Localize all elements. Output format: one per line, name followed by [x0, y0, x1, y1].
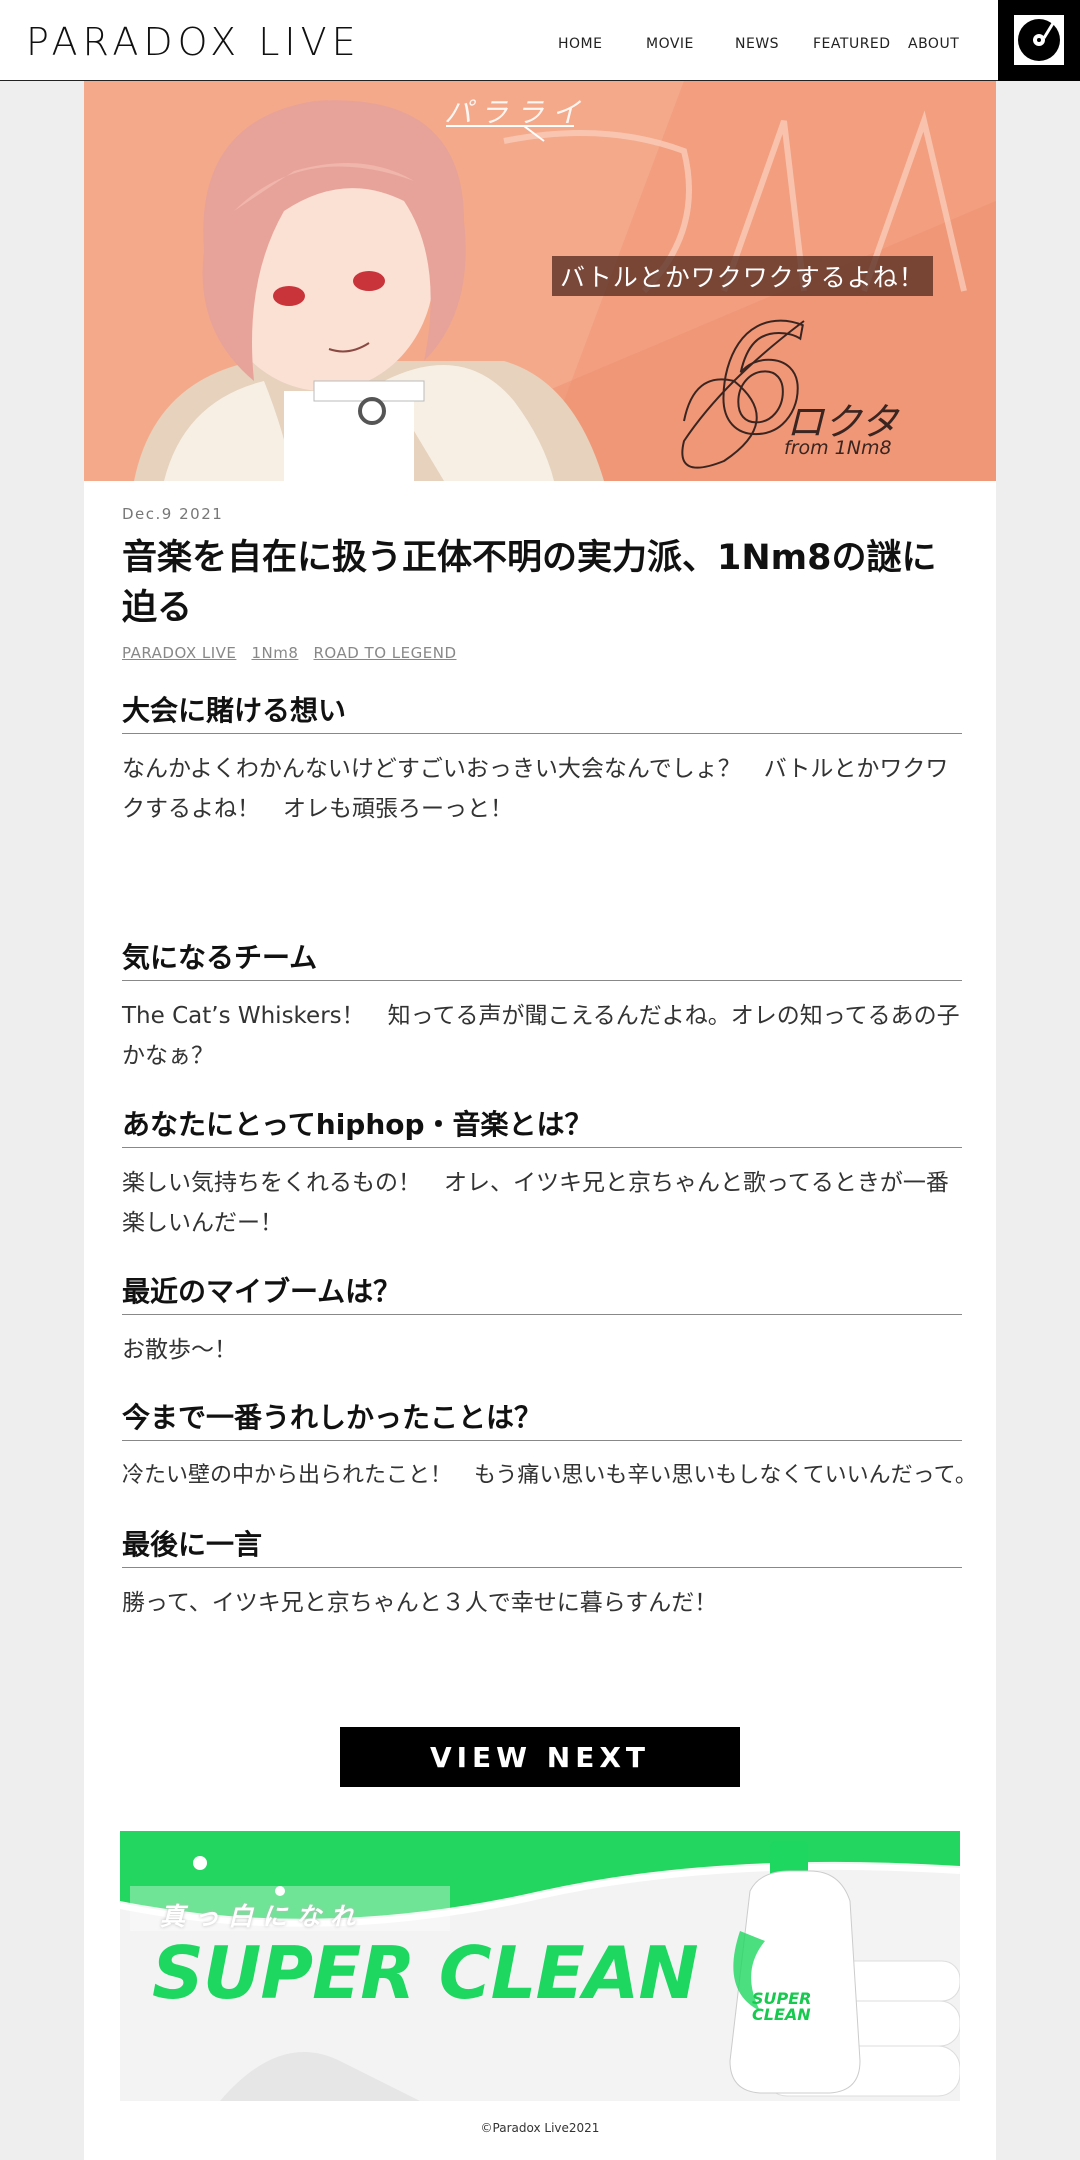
site-logo[interactable]: PARADOX LIVE — [26, 20, 361, 64]
nav-about[interactable]: ABOUT — [908, 36, 959, 52]
answer-text: The Cat’s Whiskers！ 知ってる声が聞こえるんだよね。オレの知っ… — [122, 1003, 960, 1069]
article-date: Dec.9 2021 — [122, 505, 224, 523]
article-panel: パラライ バトルとかワクワクするよね！ 6 ロクタ from 1Nm8 Dec.… — [84, 81, 996, 2160]
site-header: PARADOX LIVE HOME MOVIE NEWS FEATURED AB… — [0, 0, 1080, 81]
question-heading: 最近のマイブームは？ — [122, 1272, 962, 1315]
answer-text: お散歩〜！ — [122, 1337, 237, 1363]
tag-link[interactable]: ROAD TO LEGEND — [314, 644, 457, 662]
article-title: 音楽を自在に扱う正体不明の実力派、1Nm8の謎に迫る — [122, 538, 937, 628]
copyright-text: ©Paradox Live2021 — [480, 2121, 600, 2135]
hero-team-name: from 1Nm8 — [784, 437, 892, 459]
question-heading: 気になるチーム — [122, 938, 962, 981]
hero-banner: パラライ バトルとかワクワクするよね！ 6 ロクタ from 1Nm8 — [84, 81, 996, 481]
question-heading: 最後に一言 — [122, 1525, 962, 1568]
ad-banner[interactable]: 真っ白になれ SUPER CLEAN SUPER CLEAN — [120, 1831, 960, 2101]
hero-subtitle: パラライ — [444, 96, 589, 129]
answer-text: 勝って、イツキ兄と京ちゃんと３人で幸せに暮らすんだ！ — [122, 1590, 718, 1616]
hero-quote: バトルとかワクワクするよね！ — [552, 256, 933, 296]
answer-text: 楽しい気持ちをくれるもの！ オレ、イツキ兄と京ちゃんと歌ってるときが一番楽しいん… — [122, 1170, 949, 1236]
tag-link[interactable]: PARADOX LIVE — [122, 644, 236, 662]
banner-tagline: 真っ白になれ — [160, 1902, 365, 1931]
tag-link[interactable]: 1Nm8 — [251, 644, 298, 662]
bottle-label: SUPER CLEAN — [752, 1989, 812, 2024]
article-tags: PARADOX LIVE 1Nm8 ROAD TO LEGEND — [122, 643, 467, 662]
answer-text: 冷たい壁の中から出られたこと！ もう痛い思いも辛い思いもしなくていいんだって。 — [122, 1463, 977, 1488]
nav-home[interactable]: HOME — [558, 36, 602, 52]
record-icon — [1012, 13, 1066, 67]
question-heading: 今まで一番うれしかったことは？ — [122, 1398, 962, 1441]
question-heading: 大会に賭ける想い — [122, 691, 962, 734]
view-next-button[interactable]: VIEW NEXT — [340, 1727, 740, 1787]
banner-title: SUPER CLEAN — [152, 1931, 699, 2015]
question-heading: あなたにとってhiphop・音楽とは？ — [122, 1105, 962, 1148]
answer-text: なんかよくわかんないけどすごいおっきい大会なんでしょ？ バトルとかワクワクするよ… — [122, 756, 949, 822]
menu-button[interactable] — [998, 0, 1080, 81]
nav-news[interactable]: NEWS — [735, 36, 779, 52]
nav-movie[interactable]: MOVIE — [646, 36, 694, 52]
nav-featured[interactable]: FEATURED — [813, 36, 891, 52]
